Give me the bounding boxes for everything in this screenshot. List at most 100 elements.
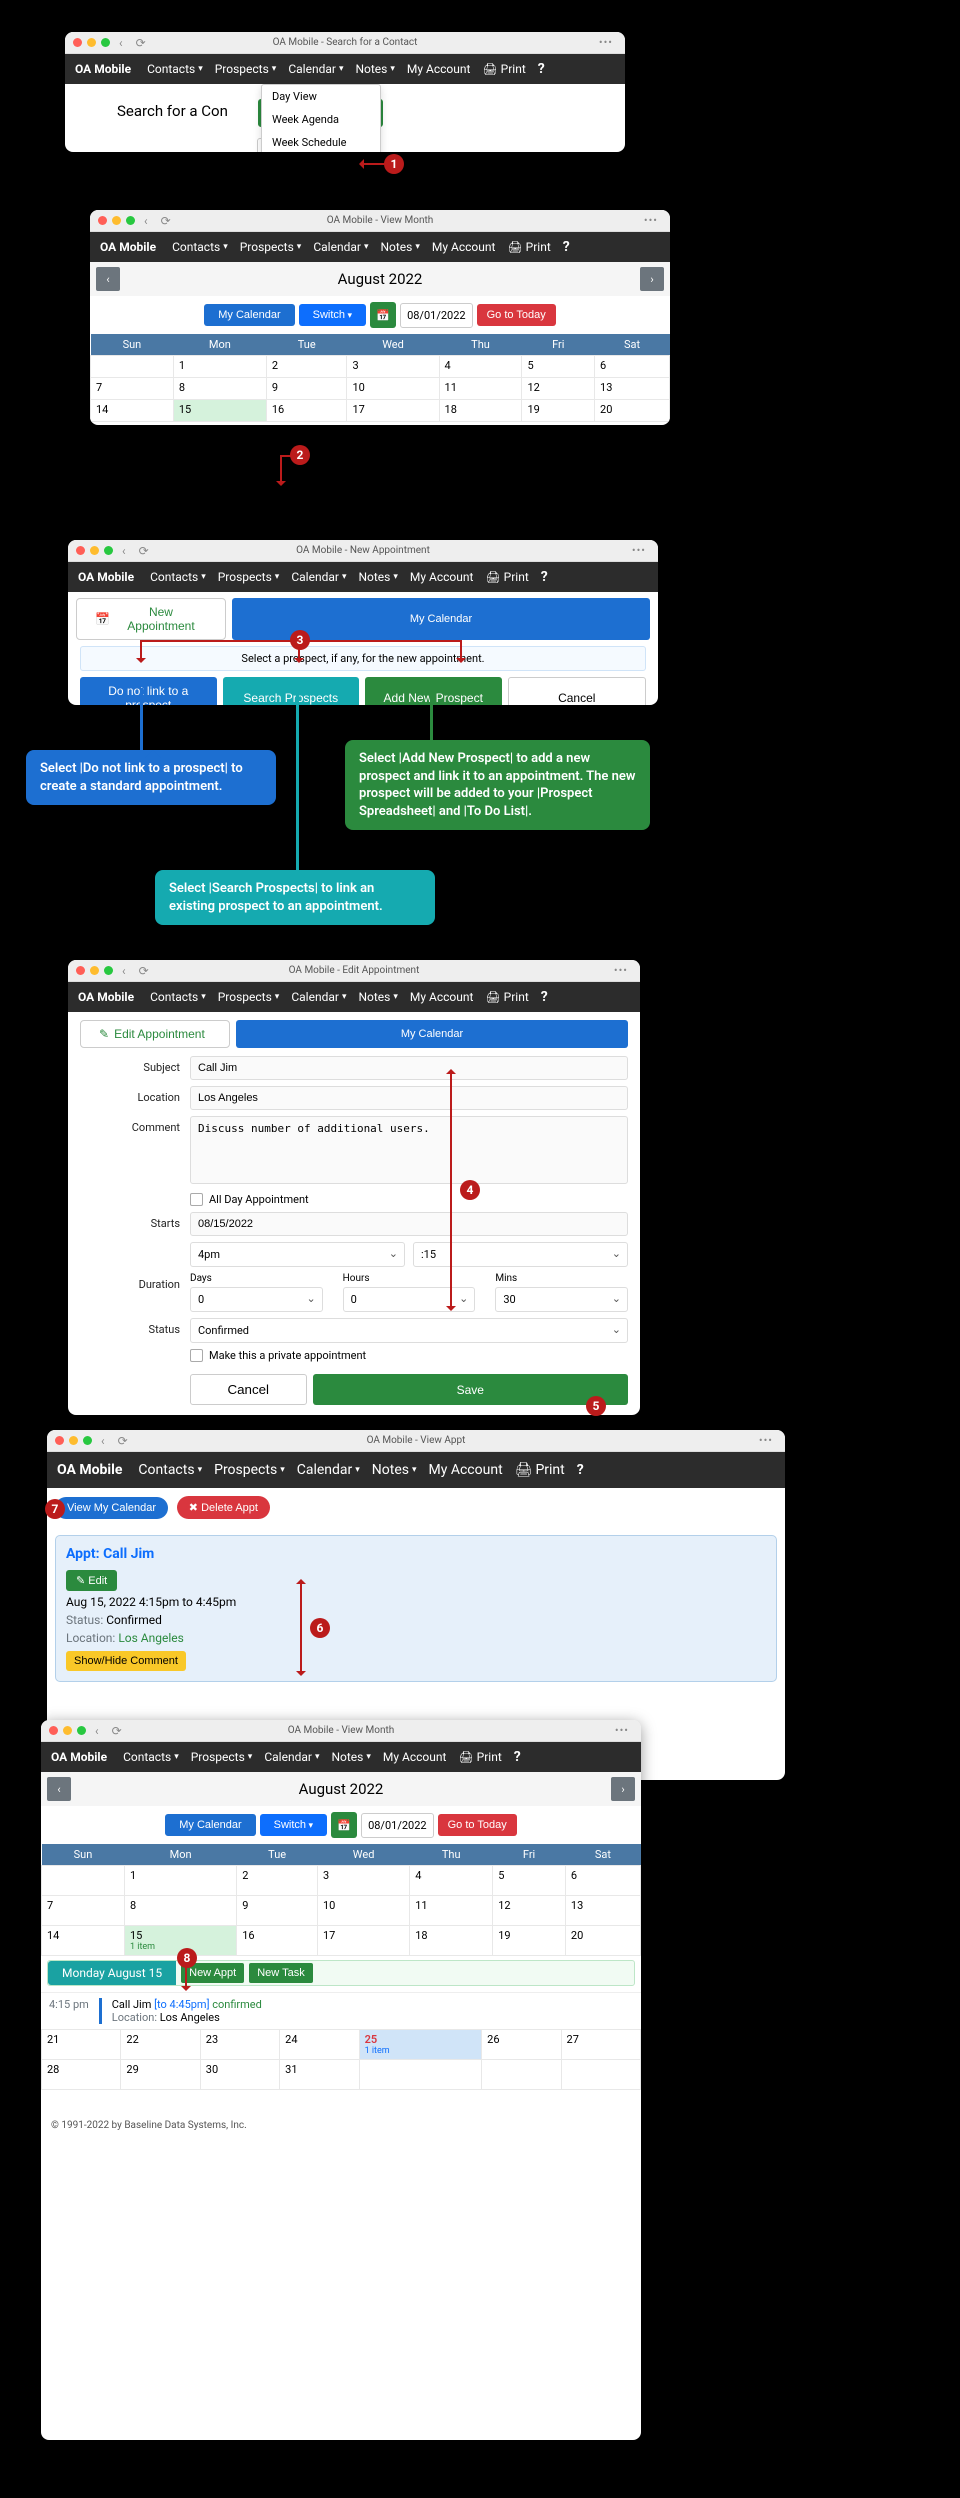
start-minute-select[interactable]: :15 [413, 1242, 628, 1267]
nav-print[interactable]: 🖨Print [511, 1458, 569, 1482]
nav-print[interactable]: 🖨Print [481, 986, 532, 1008]
brand[interactable]: OA Mobile [75, 62, 131, 76]
nav-prospects[interactable]: Prospects▾ [210, 1458, 289, 1482]
day-cell[interactable]: 16 [266, 400, 347, 422]
delete-appt-button[interactable]: ✖ Delete Appt [177, 1496, 270, 1519]
day-cell[interactable]: 3 [317, 1866, 409, 1896]
nav-prospects[interactable]: Prospects▾ [214, 566, 284, 588]
day-cell[interactable] [42, 1866, 125, 1896]
nav-contacts[interactable]: Contacts▾ [146, 566, 210, 588]
nav-account[interactable]: My Account [406, 986, 478, 1008]
nav-account[interactable]: My Account [406, 566, 478, 588]
my-calendar-button[interactable]: My Calendar [165, 1814, 255, 1836]
day-cell[interactable]: 28 [42, 2060, 121, 2090]
nav-contacts[interactable]: Contacts▾ [146, 986, 210, 1008]
day-cell[interactable]: 1 [124, 1866, 236, 1896]
status-select[interactable]: Confirmed [190, 1318, 628, 1343]
nav-print[interactable]: 🖨Print [503, 236, 554, 258]
all-day-checkbox[interactable] [190, 1193, 203, 1206]
help-icon[interactable]: ? [563, 239, 570, 255]
day-cell[interactable]: 1 [173, 356, 266, 378]
day-cell[interactable]: 9 [266, 378, 347, 400]
subject-input[interactable] [190, 1056, 628, 1080]
day-cell[interactable]: 9 [237, 1896, 318, 1926]
day-cell[interactable]: 8 [173, 378, 266, 400]
nav-contacts[interactable]: Contacts▾ [143, 58, 207, 80]
nav-account[interactable]: My Account [403, 58, 475, 80]
day-cell[interactable]: 24 [280, 2030, 359, 2060]
day-cell[interactable]: 13 [565, 1896, 640, 1926]
day-cell[interactable]: 27 [561, 2030, 640, 2060]
day-cell[interactable]: 12 [493, 1896, 566, 1926]
day-cell[interactable]: 4 [439, 356, 522, 378]
day-cell[interactable]: 30 [200, 2060, 279, 2090]
day-cell[interactable]: 5 [522, 356, 595, 378]
calendar-icon[interactable]: 📅 [370, 302, 396, 328]
nav-calendar[interactable]: Calendar▾ [309, 236, 372, 258]
go-today-button[interactable]: Go to Today [477, 304, 556, 326]
new-task-button[interactable]: New Task [249, 1963, 312, 1983]
days-select[interactable]: 0 [190, 1287, 323, 1312]
brand[interactable]: OA Mobile [100, 240, 156, 254]
day-cell[interactable]: 18 [410, 1926, 493, 1956]
day-cell-selected[interactable]: 15 [173, 400, 266, 422]
nav-contacts[interactable]: Contacts▾ [168, 236, 232, 258]
day-cell-today[interactable]: 251 item [359, 2030, 482, 2060]
add-new-prospect-button[interactable]: Add New Prospect [365, 677, 502, 705]
day-cell[interactable]: 2 [237, 1866, 318, 1896]
appointment-detail[interactable]: 4:15 pm Call Jim [to 4:45pm] confirmed L… [41, 1992, 641, 2029]
switch-button[interactable]: Switch [260, 1814, 327, 1836]
prev-month-button[interactable]: ‹ [96, 267, 120, 291]
help-icon[interactable]: ? [538, 61, 545, 77]
help-icon[interactable]: ? [514, 1749, 521, 1765]
nav-prospects[interactable]: Prospects▾ [187, 1746, 257, 1768]
start-hour-select[interactable]: 4pm [190, 1242, 405, 1267]
day-cell[interactable]: 14 [91, 400, 174, 422]
save-button[interactable]: Save [313, 1374, 629, 1405]
day-cell[interactable] [561, 2060, 640, 2090]
help-icon[interactable]: ? [541, 569, 548, 585]
nav-notes[interactable]: Notes▾ [327, 1746, 374, 1768]
nav-prospects[interactable]: Prospects▾ [236, 236, 306, 258]
brand[interactable]: OA Mobile [78, 990, 134, 1004]
cancel-button[interactable]: Cancel [508, 677, 647, 705]
nav-notes[interactable]: Notes▾ [368, 1458, 421, 1482]
brand[interactable]: OA Mobile [51, 1750, 107, 1764]
search-prospects-button[interactable]: Search Prospects [223, 677, 360, 705]
day-cell[interactable]: 31 [280, 2060, 359, 2090]
brand[interactable]: OA Mobile [78, 570, 134, 584]
mins-select[interactable]: 30 [495, 1287, 628, 1312]
day-cell[interactable] [91, 356, 174, 378]
day-cell[interactable]: 3 [347, 356, 439, 378]
day-cell[interactable]: 20 [565, 1926, 640, 1956]
nav-calendar[interactable]: Calendar▾ [260, 1746, 323, 1768]
day-cell[interactable]: 11 [410, 1896, 493, 1926]
day-cell[interactable]: 29 [121, 2060, 200, 2090]
day-cell[interactable]: 11 [439, 378, 522, 400]
nav-contacts[interactable]: Contacts▾ [134, 1458, 206, 1482]
day-cell[interactable]: 2 [266, 356, 347, 378]
brand[interactable]: OA Mobile [57, 1462, 122, 1478]
day-cell[interactable]: 13 [595, 378, 670, 400]
nav-contacts[interactable]: Contacts▾ [119, 1746, 183, 1768]
show-hide-comment-button[interactable]: Show/Hide Comment [66, 1651, 186, 1671]
day-cell[interactable]: 10 [347, 378, 439, 400]
menu-day-view[interactable]: Day View [262, 85, 380, 108]
day-cell[interactable]: 6 [595, 356, 670, 378]
day-cell[interactable]: 8 [124, 1896, 236, 1926]
calendar-icon[interactable]: 📅 [331, 1812, 357, 1838]
day-cell[interactable]: 22 [121, 2030, 200, 2060]
day-cell[interactable]: 23 [200, 2030, 279, 2060]
nav-prospects[interactable]: Prospects▾ [211, 58, 281, 80]
nav-account[interactable]: My Account [428, 236, 500, 258]
nav-notes[interactable]: Notes▾ [376, 236, 423, 258]
nav-calendar[interactable]: Calendar▾ [287, 566, 350, 588]
nav-account[interactable]: My Account [379, 1746, 451, 1768]
nav-notes[interactable]: Notes▾ [354, 986, 401, 1008]
comment-input[interactable]: Discuss number of additional users. [190, 1116, 628, 1184]
day-cell[interactable]: 7 [91, 378, 174, 400]
nav-calendar[interactable]: Calendar▾ [284, 58, 347, 80]
do-not-link-button[interactable]: Do not link to a prospect [80, 677, 217, 705]
edit-button[interactable]: ✎ Edit [66, 1570, 117, 1591]
private-checkbox[interactable] [190, 1349, 203, 1362]
